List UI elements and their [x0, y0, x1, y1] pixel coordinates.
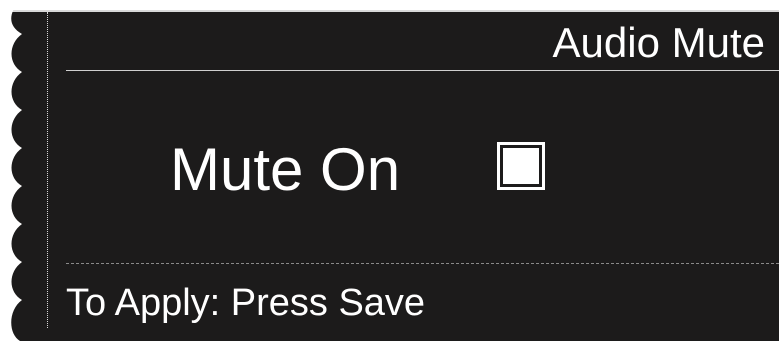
- mute-on-checkbox[interactable]: [497, 142, 545, 190]
- mute-on-label: Mute On: [170, 136, 401, 203]
- audio-mute-screen: Audio Mute Mute On To Apply: Press Save: [0, 0, 779, 341]
- apply-instruction: To Apply: Press Save: [66, 282, 426, 324]
- title-divider: [66, 70, 779, 71]
- scalloped-edge: [0, 0, 22, 341]
- settings-panel: Audio Mute Mute On To Apply: Press Save: [0, 10, 779, 341]
- page-title: Audio Mute: [552, 19, 765, 66]
- vertical-divider: [47, 12, 48, 328]
- footer-divider: [66, 263, 779, 264]
- checkbox-icon: [503, 148, 539, 184]
